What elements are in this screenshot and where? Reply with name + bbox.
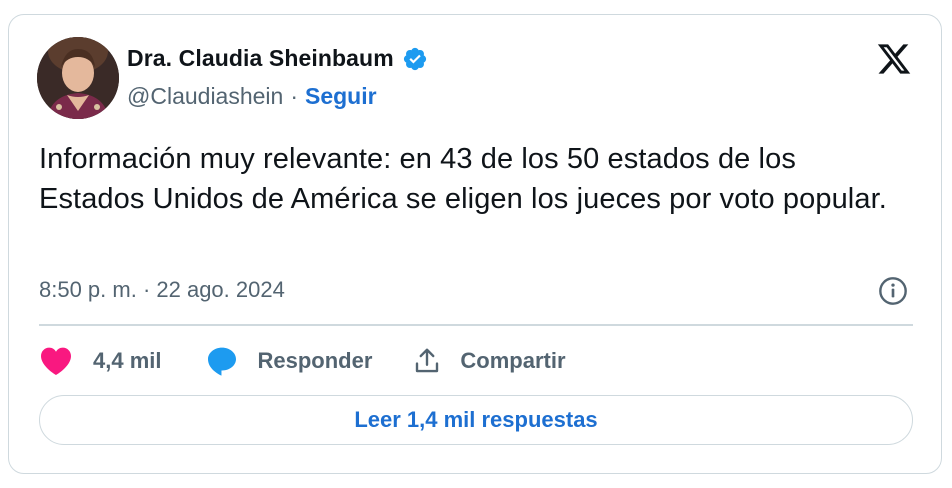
like-count: 4,4 mil: [93, 348, 162, 373]
avatar-image: [37, 37, 119, 119]
verified-badge-icon: [403, 47, 426, 70]
author-name[interactable]: Dra. Claudia Sheinbaum: [127, 45, 394, 72]
heart-icon: [41, 347, 71, 375]
author-handle-row: @Claudiashein · Seguir: [127, 83, 377, 110]
follow-button[interactable]: Seguir: [305, 83, 377, 110]
read-replies-button[interactable]: Leer 1,4 mil respuestas: [39, 395, 913, 445]
read-replies-label: Leer 1,4 mil respuestas: [354, 407, 598, 432]
like-button[interactable]: 4,4 mil: [39, 346, 161, 376]
share-label: Compartir: [460, 348, 566, 373]
avatar[interactable]: [37, 37, 119, 119]
share-upload-icon: [416, 348, 439, 373]
speech-bubble-icon: [208, 347, 237, 376]
tweet-timestamp[interactable]: 8:50 p. m. · 22 ago. 2024: [39, 277, 285, 303]
author-name-row: Dra. Claudia Sheinbaum: [127, 45, 428, 72]
reply-label: Responder: [257, 348, 373, 373]
divider: [39, 324, 913, 326]
x-logo-icon[interactable]: [875, 41, 913, 77]
action-bar: 4,4 mil Responder Compartir: [39, 341, 566, 381]
separator-dot: ·: [290, 83, 298, 109]
author-handle[interactable]: @Claudiashein: [127, 83, 283, 110]
tweet-embed-card: Dra. Claudia Sheinbaum @Claudiashein · S…: [8, 14, 942, 474]
reply-button[interactable]: Responder: [205, 345, 372, 377]
share-button[interactable]: Compartir: [412, 346, 566, 376]
info-icon[interactable]: [877, 275, 909, 307]
tweet-text: Información muy relevante: en 43 de los …: [39, 143, 887, 215]
